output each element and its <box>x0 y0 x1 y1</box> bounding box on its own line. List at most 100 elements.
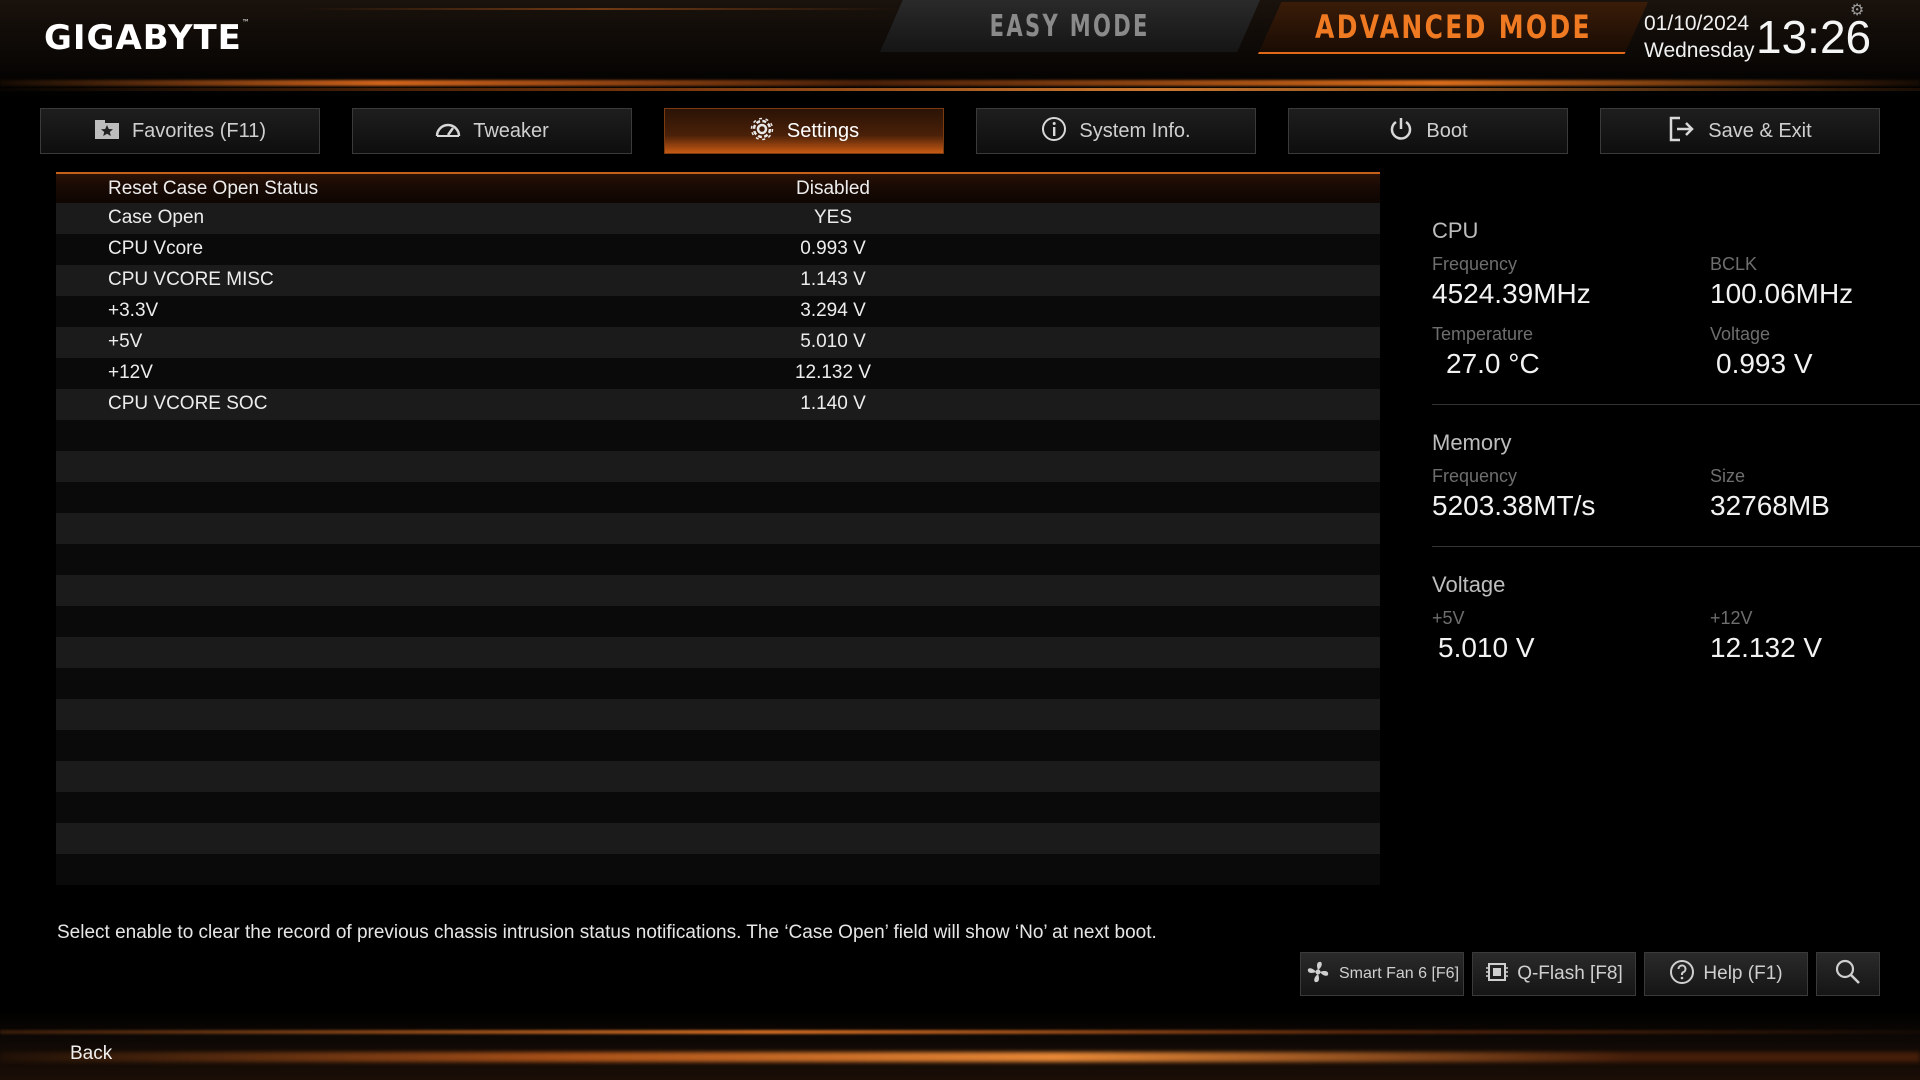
cpu-temperature-value: 27.0 °C <box>1446 348 1540 379</box>
empty-row <box>56 420 1380 451</box>
tab-system-info-label: System Info. <box>1079 119 1191 142</box>
setting-label: +12V <box>108 362 153 383</box>
settings-row-case-open: Case Open YES <box>56 203 1380 234</box>
help-button[interactable]: Help (F1) <box>1644 952 1808 996</box>
star-folder-icon <box>94 118 120 144</box>
setting-value: 0.993 V <box>800 238 866 259</box>
empty-row <box>56 637 1380 668</box>
qflash-button[interactable]: Q-Flash [F8] <box>1472 952 1636 996</box>
search-button[interactable] <box>1816 952 1880 996</box>
tab-tweaker[interactable]: Tweaker <box>352 108 632 154</box>
setting-value: 1.140 V <box>800 393 866 414</box>
settings-table: Reset Case Open Status Disabled Case Ope… <box>56 172 1380 885</box>
memory-size-value: 32768MB <box>1710 490 1830 521</box>
easy-mode-button[interactable]: EASY MODE <box>880 0 1260 52</box>
speedometer-icon <box>435 120 461 142</box>
empty-row <box>56 544 1380 575</box>
empty-row <box>56 575 1380 606</box>
voltage-5v-value: 5.010 V <box>1438 632 1535 663</box>
settings-row-5v: +5V 5.010 V <box>56 327 1380 358</box>
gear-icon <box>749 116 775 146</box>
settings-row-3v3: +3.3V 3.294 V <box>56 296 1380 327</box>
footer-decor-streak <box>0 1052 1920 1062</box>
brand-logo: GIGABYTE™ <box>44 18 251 58</box>
footer-decor-streak <box>0 1030 1920 1034</box>
tab-settings-label: Settings <box>786 119 860 142</box>
power-icon <box>1388 116 1414 146</box>
setting-label: +5V <box>108 331 143 352</box>
cpu-section-title: CPU <box>1432 218 1479 243</box>
settings-row-reset-case-open[interactable]: Reset Case Open Status Disabled <box>56 172 1380 203</box>
empty-row <box>56 513 1380 544</box>
setting-value[interactable]: Disabled <box>768 178 898 200</box>
tab-tweaker-label: Tweaker <box>473 119 549 142</box>
header-bar: GIGABYTE™ EASY MODE ADVANCED MODE 01/10/… <box>0 0 1920 100</box>
memory-frequency-value: 5203.38MT/s <box>1432 490 1596 521</box>
header-decor-streak <box>300 8 900 10</box>
settings-row-cpu-vcore-soc: CPU VCORE SOC 1.140 V <box>56 389 1380 420</box>
tab-boot[interactable]: Boot <box>1288 108 1568 154</box>
chip-icon <box>1485 960 1509 988</box>
bclk-value: 100.06MHz <box>1710 278 1854 309</box>
memory-size-label: Size <box>1710 466 1746 486</box>
info-icon <box>1041 116 1067 146</box>
empty-row <box>56 730 1380 761</box>
smart-fan-button[interactable]: Smart Fan 6 [F6] <box>1300 952 1464 996</box>
setting-label: CPU VCORE SOC <box>108 393 268 414</box>
tab-save-exit-label: Save & Exit <box>1708 119 1812 142</box>
weekday-text: Wednesday <box>1644 39 1755 62</box>
tab-save-exit[interactable]: Save & Exit <box>1600 108 1880 154</box>
tab-favorites-label: Favorites (F11) <box>131 119 267 142</box>
footer-bar <box>0 1010 1920 1080</box>
tab-settings[interactable]: Settings <box>664 108 944 154</box>
cpu-frequency-value: 4524.39MHz <box>1432 278 1591 309</box>
setting-value: YES <box>813 207 853 228</box>
setting-value: 1.143 V <box>800 269 866 290</box>
setting-value: 5.010 V <box>800 331 866 352</box>
help-label: Help (F1) <box>1703 963 1783 984</box>
date-text: 01/10/2024 <box>1644 12 1750 35</box>
header-decor-streak <box>0 88 1920 91</box>
fan-icon <box>1305 959 1331 989</box>
gear-icon[interactable]: ⚙ <box>1850 0 1864 19</box>
empty-row <box>56 854 1380 885</box>
setting-value: 12.132 V <box>794 362 872 383</box>
setting-value: 3.294 V <box>800 300 866 321</box>
empty-row <box>56 792 1380 823</box>
memory-frequency-label: Frequency <box>1432 466 1518 486</box>
empty-row <box>56 823 1380 854</box>
setting-label: Reset Case Open Status <box>108 178 319 199</box>
panel-divider <box>1432 404 1920 405</box>
qflash-label: Q-Flash [F8] <box>1517 963 1623 984</box>
setting-label: +3.3V <box>108 300 159 321</box>
setting-description: Select enable to clear the record of pre… <box>57 922 1157 943</box>
help-icon <box>1669 959 1695 989</box>
cpu-voltage-label: Voltage <box>1710 324 1771 344</box>
advanced-mode-button[interactable]: ADVANCED MODE <box>1258 2 1648 54</box>
empty-row <box>56 761 1380 792</box>
tab-favorites[interactable]: Favorites (F11) <box>40 108 320 154</box>
cpu-voltage-value: 0.993 V <box>1716 348 1813 379</box>
smart-fan-label: Smart Fan 6 [F6] <box>1338 965 1460 982</box>
setting-label: CPU Vcore <box>108 238 204 259</box>
tab-system-info[interactable]: System Info. <box>976 108 1256 154</box>
search-icon <box>1834 958 1862 990</box>
memory-section-title: Memory <box>1432 430 1512 455</box>
cpu-temperature-label: Temperature <box>1432 324 1534 344</box>
date-display: 01/10/2024 Wednesday <box>1644 10 1755 64</box>
setting-label: CPU VCORE MISC <box>108 269 274 290</box>
back-button[interactable]: Back <box>70 1043 112 1065</box>
header-decor-streak <box>0 80 1920 86</box>
exit-icon <box>1668 116 1696 146</box>
advanced-mode-label: ADVANCED MODE <box>1314 8 1592 46</box>
panel-divider <box>1432 546 1920 547</box>
settings-row-cpu-vcore-misc: CPU VCORE MISC 1.143 V <box>56 265 1380 296</box>
easy-mode-label: EASY MODE <box>989 8 1151 44</box>
voltage-12v-label: +12V <box>1710 608 1753 628</box>
empty-row <box>56 606 1380 637</box>
setting-label: Case Open <box>108 207 205 228</box>
settings-row-12v: +12V 12.132 V <box>56 358 1380 389</box>
bclk-label: BCLK <box>1710 254 1758 274</box>
cpu-frequency-label: Frequency <box>1432 254 1518 274</box>
empty-row <box>56 451 1380 482</box>
